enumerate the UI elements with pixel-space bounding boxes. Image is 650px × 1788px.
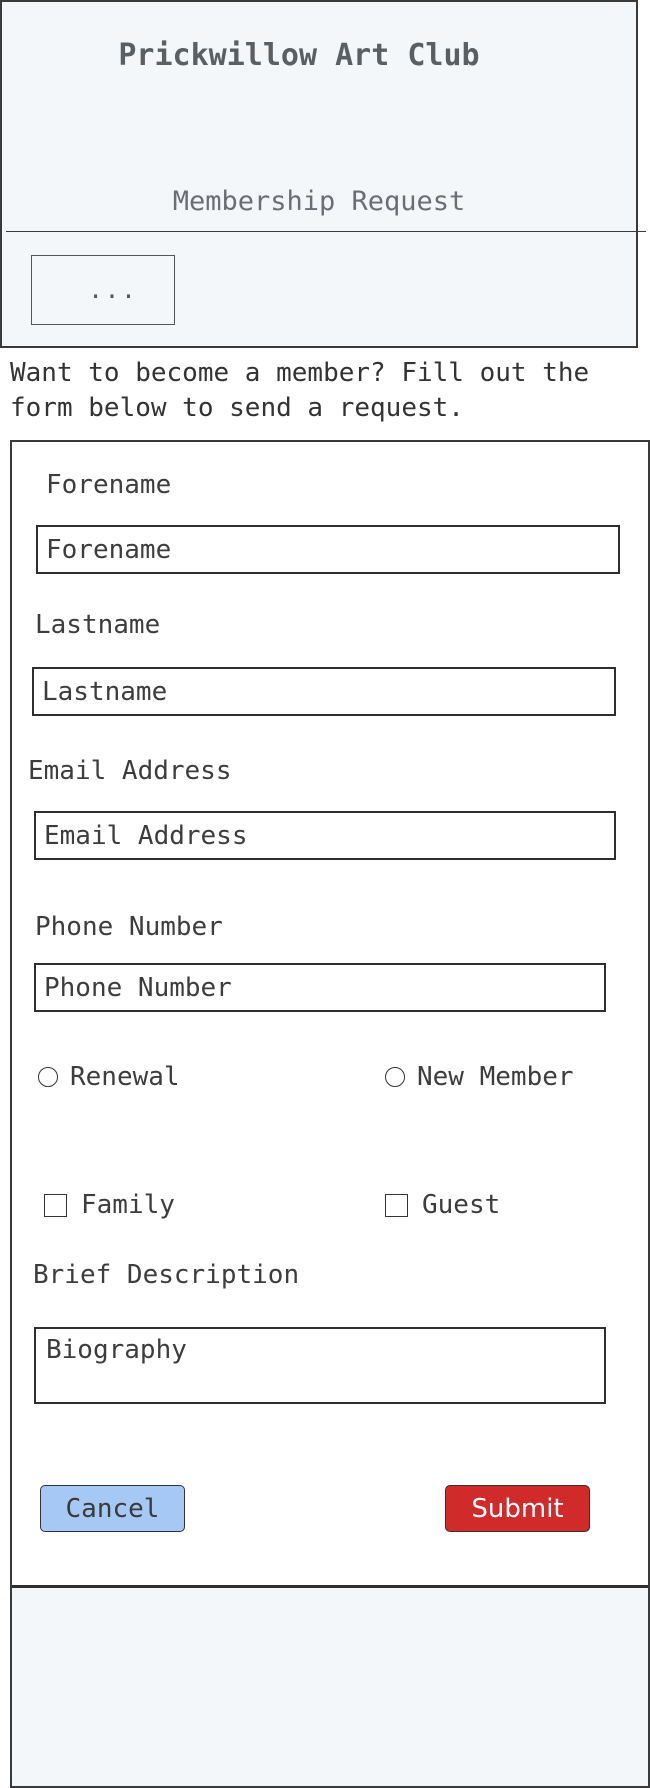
guest-option[interactable]: Guest: [385, 1190, 500, 1220]
guest-label: Guest: [422, 1190, 501, 1220]
description-label: Brief Description: [33, 1260, 300, 1290]
family-option[interactable]: Family: [44, 1190, 175, 1220]
site-header: Prickwillow Art Club Membership Request …: [0, 0, 646, 348]
lastname-input[interactable]: [32, 667, 616, 716]
cancel-button[interactable]: Cancel: [40, 1485, 185, 1532]
form-body: Forename Lastname Email Address Phone Nu…: [12, 442, 648, 1585]
forename-input[interactable]: [36, 525, 620, 574]
club-title-text: Prickwillow Art Club: [118, 38, 480, 73]
club-title: Prickwillow Art Club: [2, 38, 636, 73]
biography-textarea[interactable]: [34, 1327, 606, 1404]
form-footer: [12, 1588, 648, 1786]
intro-text: Want to become a member? Fill out the fo…: [10, 358, 590, 423]
phone-input[interactable]: [34, 963, 606, 1012]
email-input[interactable]: [34, 811, 616, 860]
renewal-option[interactable]: Renewal: [38, 1062, 180, 1092]
header-divider: [6, 231, 646, 232]
menu-button[interactable]: ...: [31, 255, 175, 325]
new-member-option[interactable]: New Member: [385, 1062, 574, 1092]
email-label: Email Address: [28, 756, 232, 786]
new-member-label: New Member: [417, 1062, 574, 1092]
membership-form: Forename Lastname Email Address Phone Nu…: [10, 440, 650, 1788]
family-checkbox[interactable]: [44, 1193, 67, 1217]
page-subtitle: Membership Request: [172, 186, 466, 217]
forename-label: Forename: [46, 470, 172, 500]
renewal-label: Renewal: [70, 1062, 180, 1092]
renewal-radio[interactable]: [38, 1067, 58, 1087]
guest-checkbox[interactable]: [385, 1193, 408, 1217]
submit-button[interactable]: Submit: [445, 1485, 590, 1532]
page: Prickwillow Art Club Membership Request …: [0, 0, 650, 1788]
phone-label: Phone Number: [35, 912, 223, 942]
new-member-radio[interactable]: [385, 1067, 405, 1087]
family-label: Family: [81, 1190, 175, 1220]
lastname-label: Lastname: [35, 610, 161, 640]
